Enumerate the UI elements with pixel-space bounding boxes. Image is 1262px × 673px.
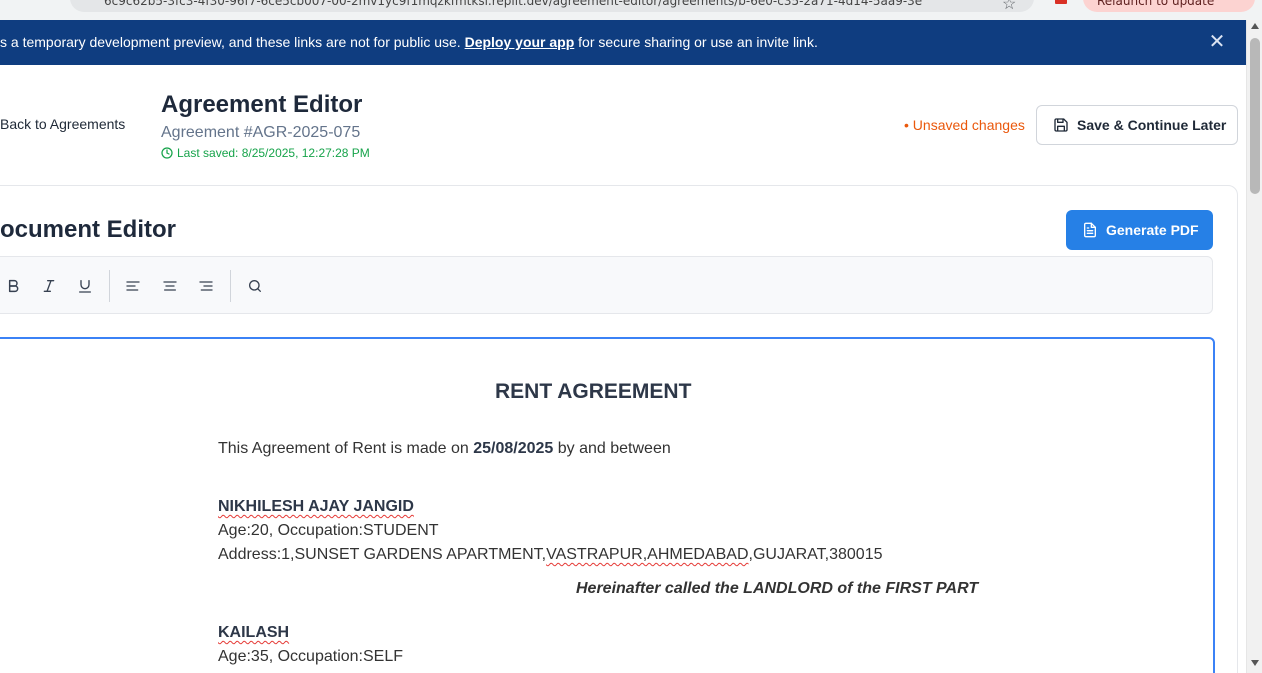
address-start: Address:1,SUNSET GARDENS APARTMENT, <box>218 546 547 563</box>
banner-message: s a temporary development preview, and t… <box>0 34 818 50</box>
toolbar-divider <box>230 270 231 302</box>
preview-banner: s a temporary development preview, and t… <box>0 20 1246 65</box>
extension-icon[interactable] <box>1055 0 1067 4</box>
formatting-toolbar <box>0 256 1213 314</box>
italic-icon[interactable] <box>36 273 62 299</box>
save-continue-later-button[interactable]: Save & Continue Later <box>1036 105 1238 145</box>
landlord-name: NIKHILESH AJAY JANGID <box>218 498 414 516</box>
relaunch-label: Relaunch to update <box>1097 0 1215 8</box>
landlord-role: Hereinafter called the LANDLORD of the F… <box>576 580 979 597</box>
landlord-name-text: NIKHILESH AJAY JANGID <box>218 498 414 515</box>
app-viewport: 6c9c62b5-3fc3-4f30-96f7-6ce5cb007-00-2mv… <box>0 0 1262 673</box>
page-scrollbar[interactable] <box>1246 20 1262 673</box>
last-saved-status: Last saved: 8/25/2025, 12:27:28 PM <box>161 146 370 160</box>
agreement-number: Agreement #AGR-2025-075 <box>161 124 361 141</box>
align-left-icon[interactable] <box>120 273 146 299</box>
page-title: Agreement Editor <box>161 91 363 118</box>
landlord-details: Age:20, Occupation:STUDENT <box>218 522 439 539</box>
address-bar[interactable]: 6c9c62b5-3fc3-4f30-96f7-6ce5cb007-00-2mv… <box>70 0 1034 12</box>
intro-text: This Agreement of Rent is made on <box>218 440 474 457</box>
banner-text-end: for secure sharing or use an invite link… <box>574 34 818 50</box>
toolbar-divider <box>109 270 110 302</box>
bold-icon[interactable] <box>0 273 26 299</box>
align-center-icon[interactable] <box>157 273 183 299</box>
document-editor-title: ocument Editor <box>0 216 177 243</box>
document-heading: RENT AGREEMENT <box>495 380 692 403</box>
last-saved-text: Last saved: 8/25/2025, 12:27:28 PM <box>177 146 370 160</box>
save-button-label: Save & Continue Later <box>1077 117 1227 133</box>
close-icon[interactable]: ✕ <box>1205 31 1229 55</box>
address-end: ,GUJARAT,380015 <box>748 546 883 563</box>
underline-icon[interactable] <box>72 273 98 299</box>
tenant-name-text: KAILASH <box>218 624 290 641</box>
bookmark-star-icon[interactable]: ☆ <box>1002 0 1016 14</box>
scroll-down-icon[interactable] <box>1251 660 1259 666</box>
landlord-address: Address:1,SUNSET GARDENS APARTMENT,VASTR… <box>218 546 883 564</box>
address-bar-text: 6c9c62b5-3fc3-4f30-96f7-6ce5cb007-00-2mv… <box>104 0 923 8</box>
search-icon[interactable] <box>242 273 268 299</box>
scroll-up-icon[interactable] <box>1251 23 1259 29</box>
agreement-intro: This Agreement of Rent is made on 25/08/… <box>218 440 671 458</box>
file-text-icon <box>1084 222 1096 238</box>
tenant-details: Age:35, Occupation:SELF <box>218 648 403 665</box>
deploy-app-link[interactable]: Deploy your app <box>465 34 575 50</box>
scrollbar-thumb[interactable] <box>1250 38 1260 194</box>
align-right-icon[interactable] <box>193 273 219 299</box>
save-icon <box>1054 118 1068 132</box>
browser-toolbar: 6c9c62b5-3fc3-4f30-96f7-6ce5cb007-00-2mv… <box>0 0 1262 20</box>
clock-icon <box>161 147 173 159</box>
agreement-date: 25/08/2025 <box>473 440 554 457</box>
intro-text-end: by and between <box>553 440 671 457</box>
relaunch-button[interactable]: Relaunch to update <box>1083 0 1255 12</box>
back-to-agreements-link[interactable]: Back to Agreements <box>0 116 125 132</box>
tenant-name: KAILASH <box>218 624 289 642</box>
generate-pdf-button[interactable]: Generate PDF <box>1066 210 1213 250</box>
banner-text-start: s a temporary development preview, and t… <box>0 34 465 50</box>
unsaved-changes-indicator: • Unsaved changes <box>904 117 1025 133</box>
address-city: VASTRAPUR,AHMEDABAD <box>546 546 749 563</box>
generate-pdf-label: Generate PDF <box>1106 222 1199 238</box>
